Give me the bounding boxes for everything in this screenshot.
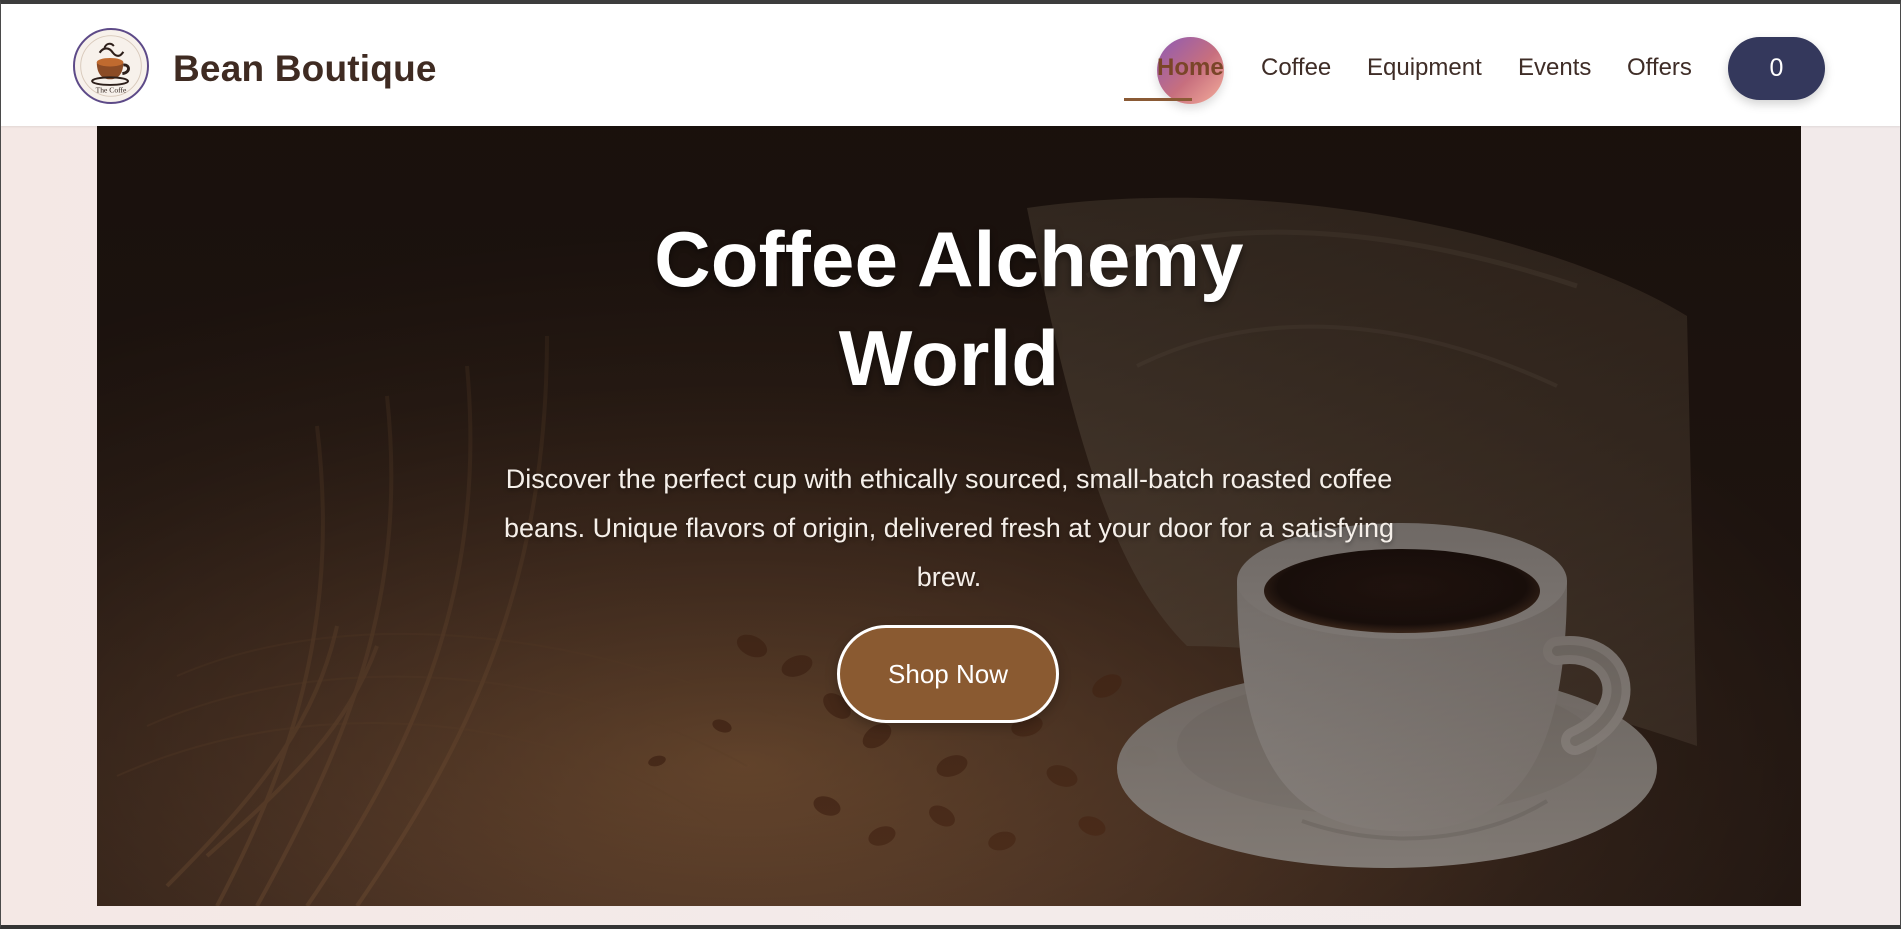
hero-content: Coffee Alchemy World Discover the perfec… [97, 126, 1801, 906]
nav-offers-link[interactable]: Offers [1627, 53, 1692, 83]
cart-count: 0 [1769, 54, 1784, 82]
cart-button[interactable]: 0 [1728, 37, 1825, 100]
hero-title: Coffee Alchemy World [654, 215, 1244, 402]
shop-now-button[interactable]: Shop Now [837, 625, 1059, 723]
hero-description: Discover the perfect cup with ethically … [504, 464, 1394, 592]
home-active-underline [1124, 98, 1192, 101]
nav-equipment-link[interactable]: Equipment [1367, 53, 1482, 83]
hero-section: Coffee Alchemy World Discover the perfec… [97, 126, 1801, 906]
nav-coffee-link[interactable]: Coffee [1261, 53, 1331, 83]
nav-events-link[interactable]: Events [1518, 53, 1591, 83]
main-navigation: Home Coffee Equipment Events Offers 0 [1, 4, 1900, 126]
site-header: The Coffe Bean Boutique Home Coffee Equi… [1, 4, 1900, 126]
nav-home-link[interactable]: Home [1157, 53, 1224, 83]
